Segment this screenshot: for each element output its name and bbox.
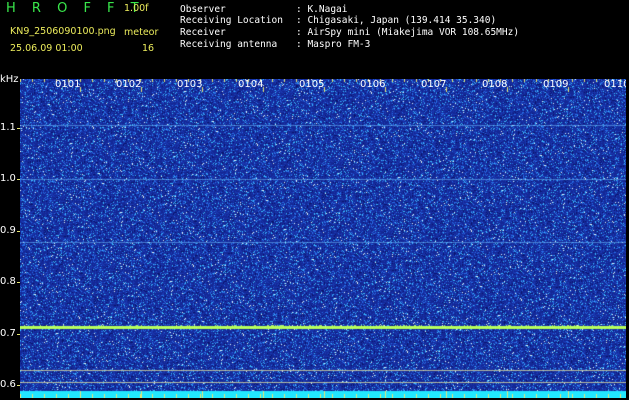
location-label: Receiving Location bbox=[180, 15, 283, 26]
receiver-value: : AirSpy mini (Miakejima VOR 108.65MHz) bbox=[296, 27, 520, 38]
observer-value: : K.Nagai bbox=[296, 4, 348, 15]
y-tick-label: 0.6 bbox=[0, 379, 16, 391]
date-time: 25.06.09 01:00 bbox=[10, 43, 83, 54]
time-label: 0103 bbox=[177, 79, 203, 90]
receiver-label: Receiver bbox=[180, 27, 226, 38]
time-label: 0105 bbox=[299, 79, 325, 90]
y-tick-label: 1.1 bbox=[0, 121, 16, 133]
file-name: KN9_2506090100.png bbox=[10, 26, 116, 37]
time-label: 0102 bbox=[116, 79, 142, 90]
antenna-value: : Maspro FM-3 bbox=[296, 39, 371, 50]
mode-label: meteor bbox=[124, 27, 159, 38]
y-tick-label: 0.9 bbox=[0, 224, 16, 236]
location-value: : Chigasaki, Japan (139.414 35.340) bbox=[296, 15, 497, 26]
waterfall-display: 0101 0102 0103 0104 0105 0106 0107 0108 0109 0110 bbox=[20, 79, 626, 398]
time-label: 0109 bbox=[543, 79, 569, 90]
mode-value: 16 bbox=[142, 43, 155, 54]
time-label: 0101 bbox=[55, 79, 81, 90]
time-label: 0110 bbox=[604, 79, 626, 90]
antenna-label: Receiving antenna bbox=[180, 39, 278, 50]
time-label: 0106 bbox=[360, 79, 386, 90]
y-tick-label: 0.7 bbox=[0, 327, 16, 339]
unit-label: kHz bbox=[0, 74, 19, 85]
spectrogram-canvas bbox=[20, 79, 626, 398]
app-version: 1.00f bbox=[124, 3, 149, 14]
time-label: 0108 bbox=[482, 79, 508, 90]
header-panel: H R O F F T 1.00f KN9_2506090100.png 25.… bbox=[0, 0, 629, 78]
observer-label: Observer bbox=[180, 4, 226, 15]
y-tick-label: 0.8 bbox=[0, 276, 16, 288]
time-label: 0104 bbox=[238, 79, 264, 90]
time-label: 0107 bbox=[421, 79, 447, 90]
y-tick-label: 1.0 bbox=[0, 173, 16, 185]
